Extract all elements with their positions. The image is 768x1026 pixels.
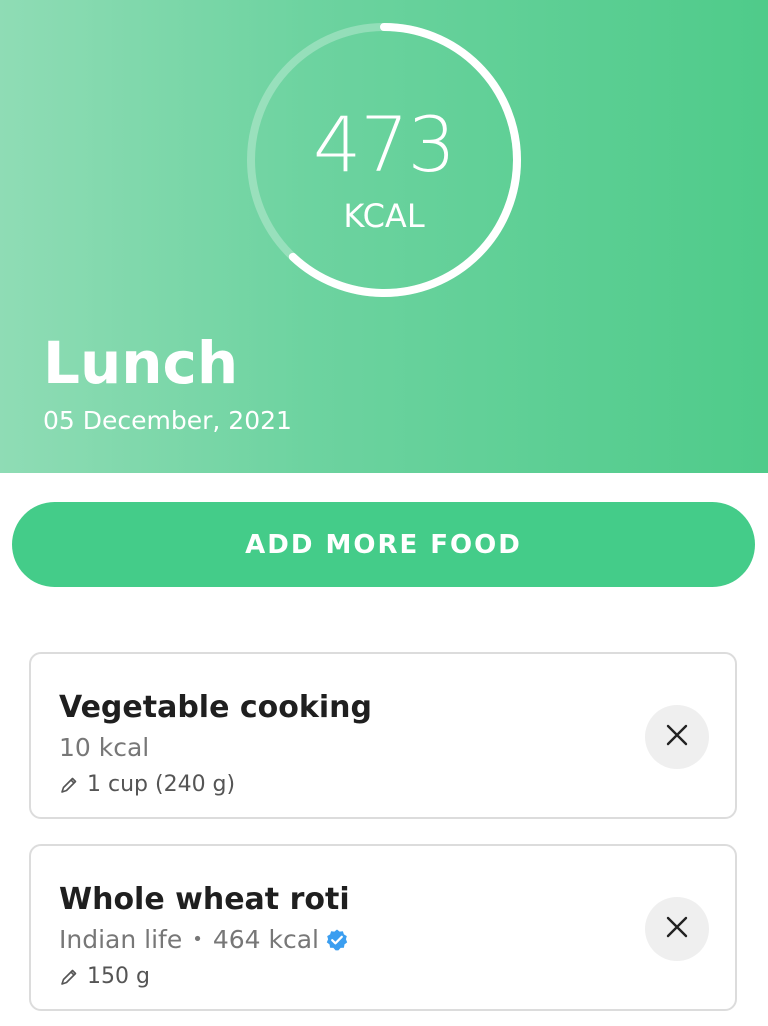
close-icon bbox=[665, 915, 689, 943]
calorie-total: 473 bbox=[312, 100, 456, 189]
food-name: Whole wheat roti bbox=[59, 882, 350, 917]
portion-label: 150 g bbox=[87, 964, 150, 989]
food-details: Indian life • 464 kcal bbox=[59, 924, 349, 956]
food-name: Vegetable cooking bbox=[59, 690, 372, 725]
add-more-food-button[interactable]: ADD MORE FOOD bbox=[12, 502, 755, 587]
close-icon bbox=[665, 723, 689, 751]
verified-badge-icon bbox=[325, 928, 349, 952]
food-portion[interactable]: 1 cup (240 g) bbox=[59, 770, 235, 800]
portion-label: 1 cup (240 g) bbox=[87, 772, 236, 797]
food-details: 10 kcal bbox=[59, 732, 149, 764]
remove-food-button[interactable] bbox=[645, 897, 709, 961]
food-brand: Indian life bbox=[59, 925, 183, 954]
meal-title: Lunch bbox=[43, 329, 239, 397]
calorie-unit: KCAL bbox=[343, 197, 425, 235]
food-calories: 10 kcal bbox=[59, 733, 150, 762]
pencil-icon bbox=[59, 967, 79, 987]
food-card[interactable]: Vegetable cooking 10 kcal 1 cup (240 g) bbox=[29, 652, 737, 819]
food-portion[interactable]: 150 g bbox=[59, 962, 150, 992]
remove-food-button[interactable] bbox=[645, 705, 709, 769]
food-card[interactable]: Whole wheat roti Indian life • 464 kcal … bbox=[29, 844, 737, 1011]
meal-date: 05 December, 2021 bbox=[43, 406, 292, 435]
separator-dot: • bbox=[192, 929, 203, 950]
food-calories: 464 kcal bbox=[212, 925, 319, 954]
meal-header: 473 KCAL Lunch 05 December, 2021 bbox=[0, 0, 768, 473]
pencil-icon bbox=[59, 775, 79, 795]
